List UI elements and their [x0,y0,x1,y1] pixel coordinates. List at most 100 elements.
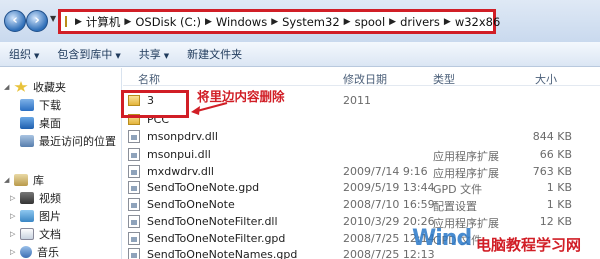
star-icon [14,81,28,92]
file-size: 844 KB [532,130,572,143]
chevron-right-icon[interactable]: ▶ [389,17,396,27]
dropdown-caret-icon: ▼ [163,52,170,60]
file-name: SendToOneNote [147,198,235,211]
file-type: 配置设置 [433,200,477,213]
nav-downloads[interactable]: 下载 [20,96,61,114]
nav-videos[interactable]: ▷ 视频 [10,189,61,207]
file-name: SendToOneNoteFilter.dll [147,215,278,228]
file-name: msonpdrv.dll [147,130,218,143]
dll-file-icon [128,215,140,228]
file-size: 763 KB [532,165,572,178]
include-in-library-label: 包含到库中 [57,48,113,61]
nav-downloads-label: 下载 [39,99,61,112]
folder-icon [65,16,67,27]
nav-documents-label: 文档 [39,228,61,241]
breadcrumb-computer[interactable]: 计算机 [86,14,121,30]
watermark-site: 电脑教程学习网 [476,236,582,254]
address-row: ‹ › ▼ ▶ 计算机 ▶ OSDisk (C:) ▶ Windows ▶ Sy… [0,0,600,42]
annotation-text: 将里边内容删除 [197,89,285,104]
chevron-right-icon[interactable]: ▶ [124,17,131,27]
watermark: Wind 电脑教程学习网 [412,224,600,259]
music-icon [20,246,32,258]
dll-file-icon [128,148,140,161]
nav-recent-label: 最近访问的位置 [39,135,116,148]
file-row-sendtoonenote[interactable]: SendToOneNote 2008/7/10 16:59 配置设置 1 KB [123,196,600,213]
highlight-box [121,90,189,118]
documents-icon [20,228,34,240]
file-date: 2009/7/14 9:16 [343,165,428,178]
breadcrumb-system32[interactable]: System32 [282,15,340,29]
new-folder-button[interactable]: 新建文件夹 [178,46,251,62]
column-size[interactable]: 大小 [535,71,557,87]
collapse-triangle-icon[interactable]: ▷ [10,194,20,202]
back-button[interactable]: ‹ [4,10,26,32]
collapse-triangle-icon[interactable]: ▷ [10,248,20,256]
column-name[interactable]: 名称 [138,71,160,87]
nav-documents[interactable]: ▷ 文档 [10,225,61,243]
breadcrumb-w32x86[interactable]: w32x86 [455,15,500,29]
nav-libraries-label: 库 [33,174,44,187]
breadcrumb-drivers[interactable]: drivers [400,15,440,29]
file-size: 66 KB [539,148,572,161]
file-date: 2009/5/19 13:44 [343,181,435,194]
file-size: 1 KB [546,181,572,194]
chevron-right-icon[interactable]: ▶ [75,17,82,27]
file-name: SendToOneNote.gpd [147,181,260,194]
recent-places-icon [20,135,34,147]
expand-triangle-icon[interactable]: ◢ [4,176,14,184]
chevron-right-icon[interactable]: ▶ [444,17,451,27]
column-header-row: 名称 修改日期 类型 大小 [123,68,600,86]
nav-music-label: 音乐 [37,246,59,259]
include-in-library-button[interactable]: 包含到库中 ▼ [48,46,129,62]
file-row-msonpui[interactable]: msonpui.dll 应用程序扩展 66 KB [123,146,600,163]
library-icon [14,174,28,186]
file-name: mxdwdrv.dll [147,165,214,178]
nav-pictures[interactable]: ▷ 图片 [10,207,61,225]
forward-button[interactable]: › [26,10,48,32]
gpd-file-icon [128,232,140,245]
nav-favorites[interactable]: ◢ 收藏夹 [4,78,66,96]
share-button[interactable]: 共享 ▼ [130,46,178,62]
file-date: 2011 [343,94,371,107]
file-type: 应用程序扩展 [433,150,499,163]
organize-button[interactable]: 组织 ▼ [0,46,48,62]
watermark-brand: Wind [412,226,472,251]
dropdown-caret-icon: ▼ [34,52,40,60]
nav-recent[interactable]: 最近访问的位置 [20,132,116,150]
breadcrumb-spool[interactable]: spool [355,15,386,29]
history-dropdown-icon[interactable]: ▼ [50,14,56,23]
nav-pictures-label: 图片 [39,210,61,223]
gpd-file-icon [128,181,140,194]
file-date: 2008/7/10 16:59 [343,198,435,211]
column-type[interactable]: 类型 [433,71,455,87]
address-bar[interactable]: ▶ 计算机 ▶ OSDisk (C:) ▶ Windows ▶ System32… [58,9,500,34]
chevron-right-icon[interactable]: ▶ [344,17,351,27]
file-row-msonpdrv[interactable]: msonpdrv.dll 844 KB [123,128,600,145]
settings-file-icon [128,198,140,211]
dropdown-caret-icon: ▼ [115,52,121,60]
nav-libraries[interactable]: ◢ 库 [4,171,44,189]
collapse-triangle-icon[interactable]: ▷ [10,212,20,220]
file-name: SendToOneNoteFilter.gpd [147,232,286,245]
breadcrumb-windows[interactable]: Windows [216,15,267,29]
breadcrumb-osdisk[interactable]: OSDisk (C:) [135,15,201,29]
collapse-triangle-icon[interactable]: ▷ [10,230,20,238]
gpd-file-icon [128,248,140,259]
expand-triangle-icon[interactable]: ◢ [4,83,14,91]
file-row-mxdwdrv[interactable]: mxdwdrv.dll 2009/7/14 9:16 应用程序扩展 763 KB [123,163,600,180]
downloads-icon [20,99,34,111]
command-toolbar: 组织 ▼ 包含到库中 ▼ 共享 ▼ 新建文件夹 [0,42,600,67]
file-row-sendtoonenote-gpd[interactable]: SendToOneNote.gpd 2009/5/19 13:44 GPD 文件… [123,179,600,196]
share-label: 共享 [138,48,161,61]
dll-file-icon [128,165,140,178]
pictures-icon [20,210,34,222]
chevron-right-icon[interactable]: ▶ [205,17,212,27]
file-name: msonpui.dll [147,148,211,161]
desktop-icon [20,117,34,129]
nav-desktop[interactable]: 桌面 [20,114,61,132]
chevron-right-icon[interactable]: ▶ [271,17,278,27]
column-date[interactable]: 修改日期 [343,71,387,87]
nav-music[interactable]: ▷ 音乐 [10,243,59,259]
nav-videos-label: 视频 [39,192,61,205]
file-name: SendToOneNoteNames.gpd [147,248,298,259]
